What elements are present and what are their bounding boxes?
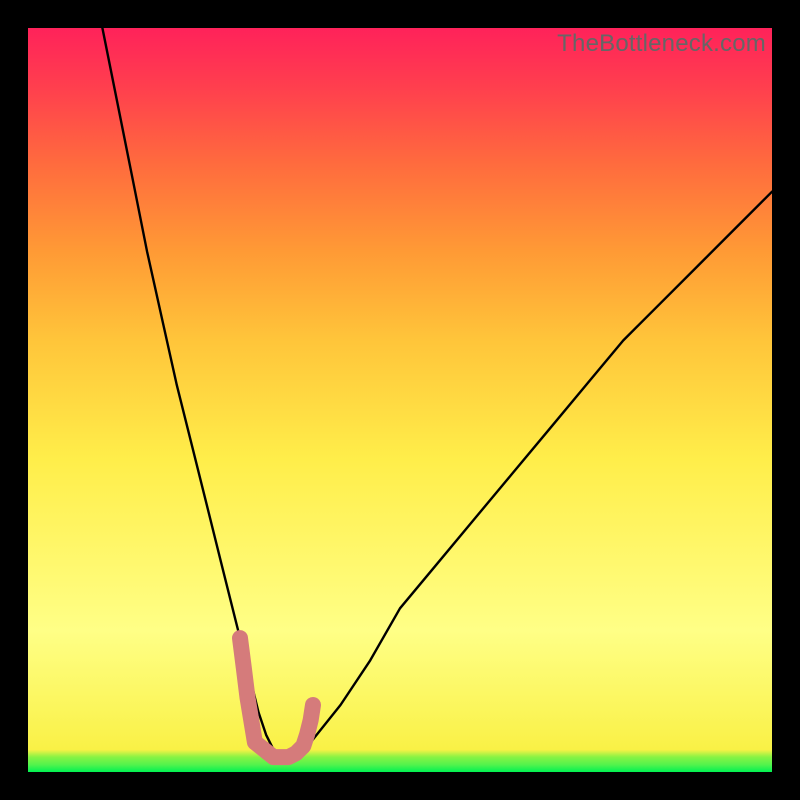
plot-area: TheBottleneck.com: [28, 28, 772, 772]
bottleneck-curve-path: [102, 28, 772, 757]
selection-marker-path: [240, 638, 313, 757]
outer-frame: TheBottleneck.com: [0, 0, 800, 800]
curve-layer: [28, 28, 772, 772]
